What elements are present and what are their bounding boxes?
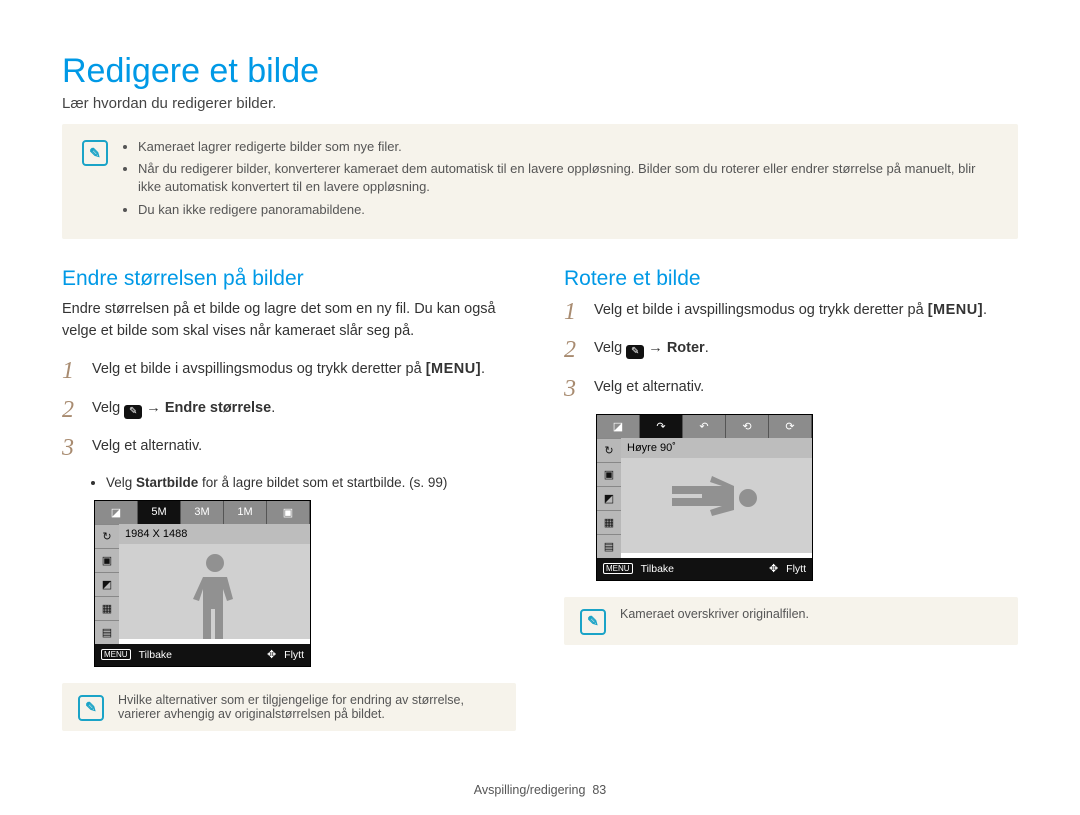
left-sub-bullet: Velg Startbilde for å lagre bildet som e… — [106, 475, 516, 490]
step-number: 1 — [62, 358, 80, 384]
tab-icon: ↶ — [683, 415, 726, 438]
step-number: 3 — [564, 376, 582, 402]
rotate-screen-diagram: ◪ ↷ ↶ ⟲ ⟳ ↻ ▣ ◩ ▦ ▤ Høyre 90˚ — [596, 414, 813, 581]
right-column: Rotere et bilde 1 Velg et bilde i avspil… — [564, 267, 1018, 759]
resize-value: 1984 X 1488 — [119, 524, 310, 544]
menu-tag: MENU — [101, 649, 131, 660]
tab-icon: ▣ — [267, 501, 310, 524]
note-icon: ✎ — [580, 609, 606, 635]
move-label: Flytt — [786, 563, 806, 575]
left-heading: Endre størrelsen på bilder — [62, 267, 516, 291]
left-lead: Endre størrelsen på et bilde og lagre de… — [62, 299, 516, 343]
tab-icon: ⟳ — [769, 415, 812, 438]
right-heading: Rotere et bilde — [564, 267, 1018, 291]
side-icon: ▦ — [95, 596, 119, 620]
move-icon: ✥ — [769, 562, 778, 575]
move-icon: ✥ — [267, 648, 276, 661]
note-icon: ✎ — [82, 140, 108, 166]
left-step-1: Velg et bilde i avspillingsmodus og tryk… — [92, 358, 485, 381]
top-note-box: ✎ Kameraet lagrer redigerte bilder som n… — [62, 124, 1018, 239]
tab-icon: 3M — [181, 501, 224, 524]
step-number: 2 — [564, 337, 582, 363]
page-title: Redigere et bilde — [62, 52, 1018, 91]
resize-screen-diagram: ◪ 5M 3M 1M ▣ ↻ ▣ ◩ ▦ ▤ 1984 X 1488 — [94, 500, 311, 667]
page-subtitle: Lær hvordan du redigerer bilder. — [62, 95, 1018, 112]
side-icon: ◩ — [597, 486, 621, 510]
person-silhouette-icon — [672, 468, 762, 528]
person-silhouette-icon — [185, 549, 245, 639]
side-icon: ↻ — [95, 524, 119, 548]
side-icon: ▦ — [597, 510, 621, 534]
page-footer: Avspilling/redigering 83 — [62, 783, 1018, 797]
step-number: 2 — [62, 397, 80, 423]
side-icon: ▤ — [95, 620, 119, 644]
side-icon: ▣ — [95, 548, 119, 572]
left-bottom-note: ✎ Hvilke alternativer som er tilgjengeli… — [62, 683, 516, 731]
tab-icon: ↷ — [640, 415, 683, 438]
note-icon: ✎ — [78, 695, 104, 721]
top-note-item: Du kan ikke redigere panoramabildene. — [138, 201, 998, 219]
step-number: 1 — [564, 299, 582, 325]
left-step-2: Velg ✎ → Endre størrelse. — [92, 397, 275, 420]
right-step-1: Velg et bilde i avspillingsmodus og tryk… — [594, 299, 987, 322]
left-step-3: Velg et alternativ. — [92, 435, 202, 458]
back-label: Tilbake — [641, 563, 674, 575]
menu-key: [MENU] — [928, 302, 983, 318]
tab-icon: 1M — [224, 501, 267, 524]
tab-icon: 5M — [138, 501, 181, 524]
tab-icon: ⟲ — [726, 415, 769, 438]
top-note-item: Kameraet lagrer redigerte bilder som nye… — [138, 138, 998, 156]
step-number: 3 — [62, 435, 80, 461]
tab-icon: ◪ — [597, 415, 640, 438]
top-note-item: Når du redigerer bilder, konverterer kam… — [138, 160, 998, 196]
left-column: Endre størrelsen på bilder Endre størrel… — [62, 267, 516, 759]
tab-icon: ◪ — [95, 501, 138, 524]
side-icon: ↻ — [597, 438, 621, 462]
menu-key: [MENU] — [426, 361, 481, 377]
right-bottom-note: ✎ Kameraet overskriver originalfilen. — [564, 597, 1018, 645]
right-step-3: Velg et alternativ. — [594, 376, 704, 399]
right-step-2: Velg ✎ → Roter. — [594, 337, 709, 360]
move-label: Flytt — [284, 649, 304, 661]
side-icon: ▣ — [597, 462, 621, 486]
side-icon: ◩ — [95, 572, 119, 596]
rotate-value: Høyre 90˚ — [621, 438, 812, 458]
menu-tag: MENU — [603, 563, 633, 574]
edit-icon: ✎ — [124, 405, 142, 419]
side-icon: ▤ — [597, 534, 621, 558]
edit-icon: ✎ — [626, 345, 644, 359]
back-label: Tilbake — [139, 649, 172, 661]
